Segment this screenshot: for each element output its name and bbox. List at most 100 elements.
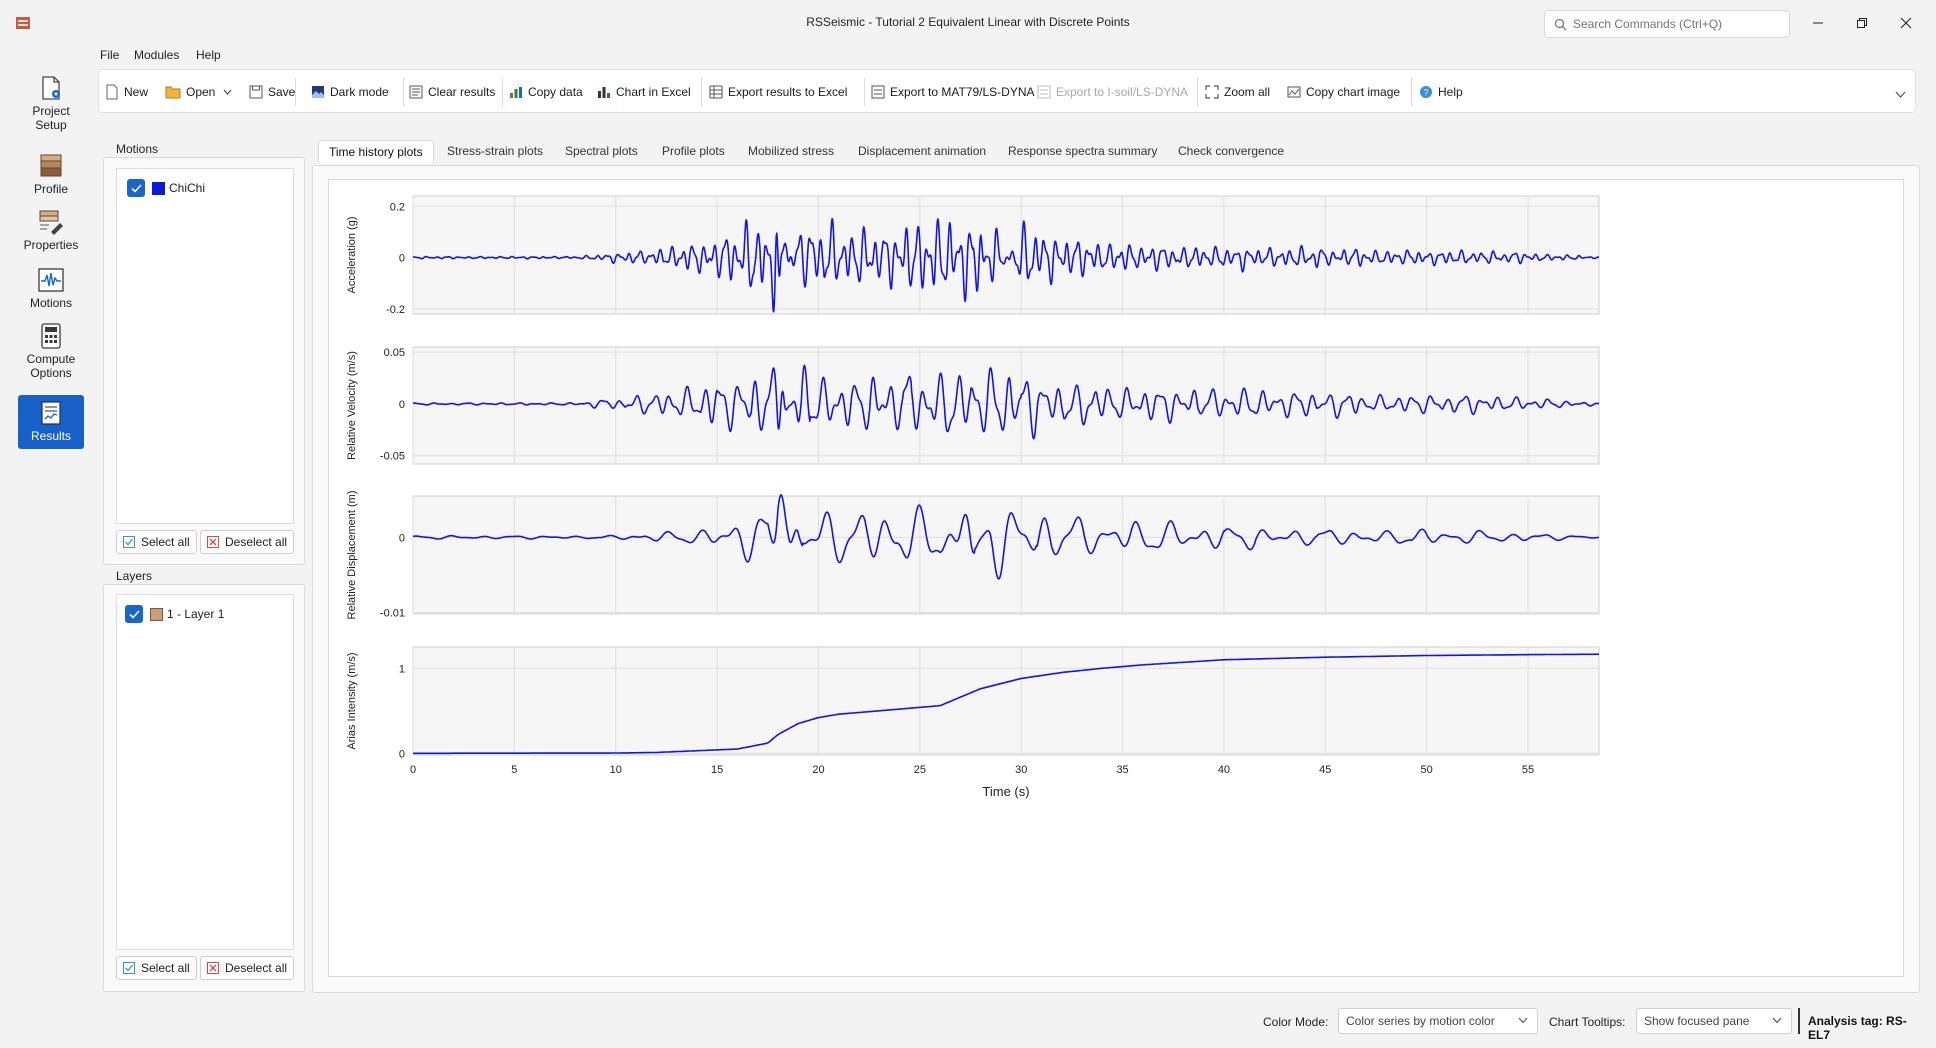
copy-chart-image-icon — [1287, 86, 1301, 98]
x-tick-label: 50 — [1421, 764, 1433, 776]
x-tick-label: 40 — [1218, 764, 1230, 776]
close-button[interactable] — [1886, 8, 1926, 38]
y-tick-label: 0 — [399, 532, 405, 544]
y-tick-label: 0 — [399, 253, 405, 265]
tab-response-spectra-summary[interactable]: Response spectra summary — [998, 140, 1167, 164]
layers-title: Layers — [114, 569, 155, 583]
zoom-all-button[interactable]: Zoom all — [1205, 82, 1270, 102]
layers-select-all-button[interactable]: Select all — [116, 956, 197, 980]
tab-time-history-plots[interactable]: Time history plots — [318, 140, 434, 164]
export-isoil-icon — [1037, 85, 1051, 99]
select-all-label: Select all — [141, 535, 190, 549]
deselect-all-icon — [207, 536, 219, 548]
layer-checkbox[interactable] — [125, 605, 143, 623]
x-tick-label: 45 — [1319, 764, 1331, 776]
tab-displacement-animation[interactable]: Displacement animation — [848, 140, 996, 164]
copy-data-icon — [510, 87, 522, 98]
close-icon — [1900, 17, 1912, 29]
export-mat79-button[interactable]: Export to MAT79/LS-DYNA — [871, 82, 1035, 102]
color-mode-value: Color series by motion color — [1346, 1014, 1495, 1028]
nav-motions[interactable]: Motions — [18, 262, 84, 316]
deselect-all-label: Deselect all — [225, 535, 288, 549]
chevron-down-icon — [1895, 91, 1906, 98]
chart-in-excel-button[interactable]: Chart in Excel — [597, 82, 691, 102]
command-search-input[interactable] — [1573, 15, 1783, 33]
chart-tooltips-select[interactable]: Show focused pane — [1636, 1008, 1792, 1034]
tab-spectral-plots[interactable]: Spectral plots — [555, 140, 648, 164]
command-search-box[interactable] — [1544, 10, 1790, 38]
motions-select-all-button[interactable]: Select all — [116, 530, 197, 554]
export-results-excel-button[interactable]: Export results to Excel — [709, 82, 847, 102]
profile-icon — [40, 154, 62, 177]
nav-results[interactable]: Results — [18, 395, 84, 449]
layer-label: 1 - Layer 1 — [167, 607, 225, 621]
motions-deselect-all-button[interactable]: Deselect all — [200, 530, 295, 554]
time-history-chart-svg[interactable]: -0.2 0 0.2 Acceleration (g) -0.05 0 0.05 Relati… — [329, 180, 1905, 978]
chevron-down-icon — [1518, 1017, 1528, 1024]
tab-stress-strain-plots[interactable]: Stress-strain plots — [437, 140, 553, 164]
nav-label: Compute — [26, 352, 76, 366]
tab-check-convergence[interactable]: Check convergence — [1168, 140, 1294, 164]
help-icon: ? — [1420, 86, 1432, 98]
color-mode-select[interactable]: Color series by motion color — [1338, 1008, 1538, 1034]
restore-button[interactable] — [1842, 8, 1882, 38]
y-tick-label: -0.05 — [380, 451, 405, 463]
nav-label: Motions — [29, 296, 73, 310]
open-button[interactable]: Open — [165, 82, 237, 102]
nav-properties[interactable]: Properties — [18, 204, 84, 258]
help-button[interactable]: ? Help — [1419, 82, 1463, 102]
tab-profile-plots[interactable]: Profile plots — [652, 140, 735, 164]
export-mat79-icon — [871, 85, 885, 99]
x-tick-label: 30 — [1015, 764, 1027, 776]
toolbar: New Open Save Dark mode Clear results Co… — [98, 69, 1916, 113]
export-excel-icon — [709, 85, 723, 99]
export-mat79-label: Export to MAT79/LS-DYNA — [890, 85, 1035, 99]
open-label: Open — [186, 85, 216, 99]
tab-mobilized-stress[interactable]: Mobilized stress — [738, 140, 844, 164]
minimize-button[interactable] — [1798, 8, 1838, 38]
layers-deselect-all-button[interactable]: Deselect all — [200, 956, 295, 980]
x-tick-label: 15 — [711, 764, 723, 776]
chevron-down-icon — [223, 89, 232, 95]
motions-list: ChiChi — [116, 168, 294, 524]
nav-project-setup[interactable]: Project Setup — [18, 70, 84, 132]
menu-help[interactable]: Help — [196, 48, 221, 62]
copy-chart-image-label: Copy chart image — [1306, 85, 1401, 99]
deselect-all-icon — [207, 962, 219, 974]
results-icon — [41, 401, 61, 425]
layer-item-1[interactable]: 1 - Layer 1 — [125, 605, 224, 623]
y-tick-label: 0 — [399, 399, 405, 411]
copy-data-button[interactable]: Copy data — [509, 82, 583, 102]
minimize-icon — [1813, 22, 1823, 24]
new-label: New — [124, 85, 149, 99]
chart-in-excel-label: Chart in Excel — [616, 85, 691, 99]
x-tick-label: 35 — [1116, 764, 1128, 776]
new-button[interactable]: New — [105, 82, 148, 102]
x-tick-label: 10 — [610, 764, 622, 776]
x-axis-label: Time (s) — [982, 784, 1029, 799]
layer-color-swatch — [150, 607, 163, 621]
menu-modules[interactable]: Modules — [134, 48, 179, 62]
toolbar-separator — [502, 78, 503, 106]
x-tick-label: 0 — [410, 764, 416, 776]
search-icon — [1554, 18, 1567, 31]
export-isoil-button[interactable]: Export to I-soil/LS-DYNA — [1037, 82, 1188, 102]
nav-profile[interactable]: Profile — [18, 148, 84, 202]
nav-label: Setup — [35, 118, 67, 132]
nav-label: Project — [32, 104, 70, 118]
zoom-all-icon — [1205, 85, 1219, 99]
motions-title: Motions — [114, 142, 161, 156]
nav-compute-options[interactable]: Compute Options — [18, 318, 84, 380]
clear-results-button[interactable]: Clear results — [409, 82, 495, 102]
menu-file[interactable]: File — [100, 48, 119, 62]
toolbar-expand-button[interactable] — [1895, 87, 1906, 101]
toolbar-separator — [701, 78, 702, 106]
y-axis-label: Acceleration (g) — [346, 216, 358, 293]
save-button[interactable]: Save — [249, 82, 295, 102]
save-icon — [249, 85, 263, 99]
motion-checkbox[interactable] — [127, 179, 145, 197]
dark-mode-button[interactable]: Dark mode — [311, 82, 389, 102]
motion-item-chichi[interactable]: ChiChi — [127, 179, 205, 197]
copy-chart-image-button[interactable]: Copy chart image — [1287, 82, 1400, 102]
nav-label: Properties — [23, 238, 79, 252]
